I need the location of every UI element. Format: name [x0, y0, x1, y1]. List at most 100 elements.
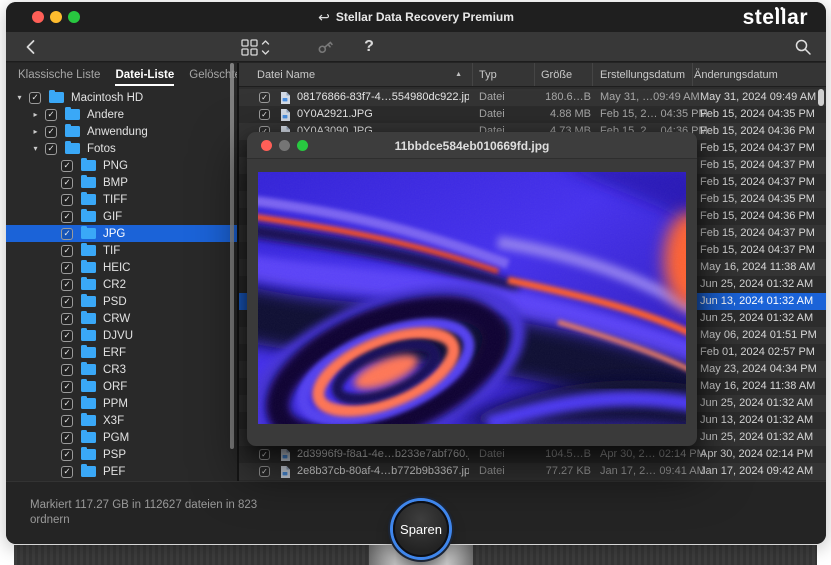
file-modified-date: May 16, 2024 11:38 AM: [700, 259, 820, 276]
column-header-aenderungsdatum[interactable]: Änderungsdatum: [693, 63, 826, 86]
tab-datei-liste[interactable]: Datei-Liste: [115, 69, 174, 81]
tree-checkbox[interactable]: ✓: [61, 296, 73, 308]
tree-checkbox[interactable]: ✓: [61, 432, 73, 444]
tree-item[interactable]: ✓ JPG: [6, 225, 237, 242]
tree-checkbox[interactable]: ✓: [61, 160, 73, 172]
tree-checkbox[interactable]: ✓: [45, 109, 57, 121]
file-modified-date: Feb 01, 2024 02:57 PM: [700, 344, 820, 361]
check-icon: ✓: [31, 93, 38, 102]
folder-icon: [65, 109, 80, 120]
tree-checkbox[interactable]: ✓: [45, 126, 57, 138]
tree-checkbox[interactable]: ✓: [61, 330, 73, 342]
tree-scrollbar-thumb[interactable]: [230, 63, 234, 449]
tree-checkbox[interactable]: ✓: [61, 228, 73, 240]
tree-checkbox[interactable]: ✓: [61, 177, 73, 189]
tree-checkbox[interactable]: ✓: [61, 245, 73, 257]
disclosure-triangle-icon[interactable]: ▾: [29, 144, 42, 153]
tree-item[interactable]: ✓ CR2: [6, 276, 237, 293]
tree-checkbox[interactable]: ✓: [61, 211, 73, 223]
table-row[interactable]: ✓ 0Y0A2921.JPG Datei 4.88 MB Feb 15, 2… …: [239, 106, 826, 123]
activation-key-button[interactable]: [312, 32, 338, 62]
tree-checkbox[interactable]: ✓: [61, 194, 73, 206]
file-modified-date: Feb 15, 2024 04:35 PM: [700, 191, 820, 208]
tree-item[interactable]: ✓ X3F: [6, 412, 237, 429]
table-row[interactable]: ✓ 2e8b37cb-80af-4…b772b9b3367.jpg Datei …: [239, 463, 826, 480]
column-header-groesse[interactable]: Größe: [535, 63, 593, 86]
row-checkbox[interactable]: ✓: [259, 466, 270, 477]
tree-item-label: Macintosh HD: [71, 92, 143, 104]
column-header-name[interactable]: Datei Name ▲: [239, 63, 473, 86]
tree-item[interactable]: ✓ PEF: [6, 463, 237, 480]
disclosure-triangle-icon[interactable]: ▸: [29, 110, 42, 119]
tree-item[interactable]: ✓ ERF: [6, 344, 237, 361]
search-button[interactable]: [790, 32, 816, 62]
column-header-erstellungsdatum[interactable]: Erstellungsdatum: [593, 63, 693, 86]
check-icon: ✓: [261, 94, 268, 102]
list-tabs: Klassische Liste Datei-Liste Gelöschte L…: [6, 63, 237, 87]
tree-checkbox[interactable]: ✓: [61, 466, 73, 478]
check-icon: ✓: [63, 467, 70, 476]
tree-checkbox[interactable]: ✓: [61, 449, 73, 461]
file-size: 180.6…B: [533, 89, 591, 106]
tree-checkbox[interactable]: ✓: [61, 262, 73, 274]
tree-item[interactable]: ✓ ORF: [6, 378, 237, 395]
tree-checkbox[interactable]: ✓: [61, 364, 73, 376]
row-checkbox[interactable]: ✓: [259, 109, 270, 120]
tree-checkbox[interactable]: ✓: [45, 143, 57, 155]
disclosure-triangle-icon[interactable]: ▾: [13, 93, 26, 102]
tree-checkbox[interactable]: ✓: [61, 347, 73, 359]
table-row[interactable]: ✓ 2d3996f9-f8a1-4e…b233e7abf760.jpg Date…: [239, 446, 826, 463]
disclosure-triangle-icon[interactable]: ▸: [29, 127, 42, 136]
tree-item[interactable]: ▸ ✓ Andere: [6, 106, 237, 123]
save-button[interactable]: Sparen: [393, 501, 449, 557]
tree-item[interactable]: ✓ PGM: [6, 429, 237, 446]
tree-checkbox[interactable]: ✓: [61, 398, 73, 410]
tree-item[interactable]: ▾ ✓ Macintosh HD: [6, 89, 237, 106]
tree-checkbox[interactable]: ✓: [61, 381, 73, 393]
tree-item[interactable]: ✓ TIF: [6, 242, 237, 259]
file-icon: [280, 109, 290, 121]
tree-item[interactable]: ✓ PSP: [6, 446, 237, 463]
tree-item[interactable]: ✓ DJVU: [6, 327, 237, 344]
tree-item-label: TIF: [103, 245, 120, 257]
tree-item[interactable]: ✓ TIFF: [6, 191, 237, 208]
tree-checkbox[interactable]: ✓: [61, 415, 73, 427]
tree-item[interactable]: ✓ BMP: [6, 174, 237, 191]
tree-item[interactable]: ✓ PNG: [6, 157, 237, 174]
tree-item[interactable]: ▾ ✓ Fotos: [6, 140, 237, 157]
view-options-button[interactable]: [239, 32, 273, 62]
file-name: 2e8b37cb-80af-4…b772b9b3367.jpg: [297, 463, 469, 480]
tree-checkbox[interactable]: ✓: [61, 313, 73, 325]
help-button[interactable]: ?: [358, 32, 380, 62]
folder-icon: [81, 160, 96, 171]
tree-item[interactable]: ✓ CR3: [6, 361, 237, 378]
tree-checkbox[interactable]: ✓: [61, 279, 73, 291]
row-checkbox[interactable]: ✓: [259, 449, 270, 460]
check-icon: ✓: [63, 314, 70, 323]
table-row[interactable]: ✓ 08176866-83f7-4…554980dc922.jpg Datei …: [239, 89, 826, 106]
tree-item[interactable]: ✓ HEIC: [6, 259, 237, 276]
check-icon: ✓: [63, 229, 70, 238]
back-arrow-icon: ↩: [318, 9, 330, 26]
app-window: ↩ Stellar Data Recovery Premium stellar: [6, 2, 826, 544]
tree-item[interactable]: ✓ PSD: [6, 293, 237, 310]
check-icon: ✓: [63, 178, 70, 187]
file-list-scrollbar-thumb[interactable]: [818, 89, 824, 106]
tree-checkbox[interactable]: ✓: [29, 92, 41, 104]
back-button[interactable]: [18, 32, 42, 62]
tree-item[interactable]: ✓ PPM: [6, 395, 237, 412]
row-checkbox[interactable]: ✓: [259, 92, 270, 103]
check-icon: ✓: [63, 365, 70, 374]
tree-item-label: PGM: [103, 432, 129, 444]
tree-item[interactable]: ✓ CRW: [6, 310, 237, 327]
check-icon: ✓: [261, 468, 268, 476]
column-header-typ[interactable]: Typ: [473, 63, 535, 86]
tree-item[interactable]: ▸ ✓ Anwendung: [6, 123, 237, 140]
tab-klassische-liste[interactable]: Klassische Liste: [18, 69, 100, 81]
folder-icon: [81, 466, 96, 477]
file-name: 0Y0A2921.JPG: [297, 106, 469, 123]
tree-item[interactable]: ✓ GIF: [6, 208, 237, 225]
check-icon: ✓: [47, 127, 54, 136]
folder-tree: ▾ ✓ Macintosh HD ▸ ✓ Andere ▸ ✓ Anwendun…: [6, 89, 237, 481]
file-modified-date: Jun 25, 2024 01:32 AM: [700, 395, 820, 412]
